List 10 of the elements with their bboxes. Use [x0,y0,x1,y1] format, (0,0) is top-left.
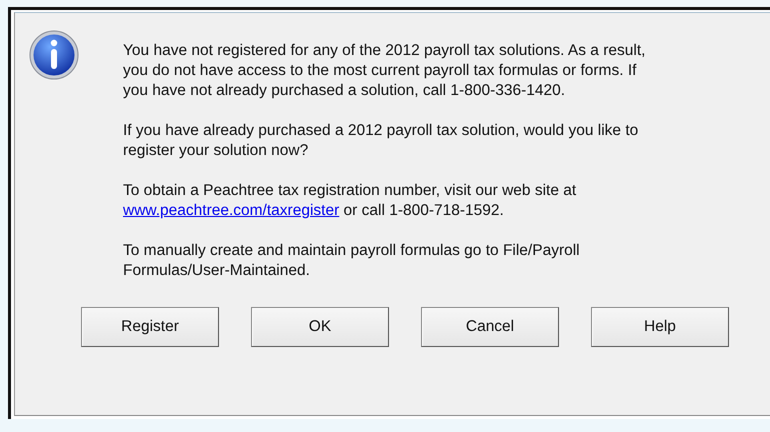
dialog-button[interactable]: OK [251,307,389,347]
dialog-button[interactable]: Cancel [421,307,559,347]
message-paragraph: If you have already purchased a 2012 payroll tax solution, would you like to register your solution now? [123,121,640,161]
message-paragraph: To obtain a Peachtree tax registration number, visit our web site at www.peachtree.com/taxregister or call 1-800-718-1592. [123,181,578,221]
dialog-button[interactable]: Register [81,307,219,347]
dialog-button[interactable]: Help [591,307,729,347]
message-paragraph: You have not registered for any of the 2012 payroll tax solutions. As a result, you do not have access to the most current payroll tax formulas or forms. If you have not already purchased a solution, call 1-800-336-1420. [123,41,646,101]
info-icon [29,30,79,80]
message-paragraph: To manually create and maintain payroll formulas go to File/Payroll Formulas/User-Maintained. [123,241,581,281]
website-link[interactable]: www.peachtree.com/taxregister [123,202,340,219]
